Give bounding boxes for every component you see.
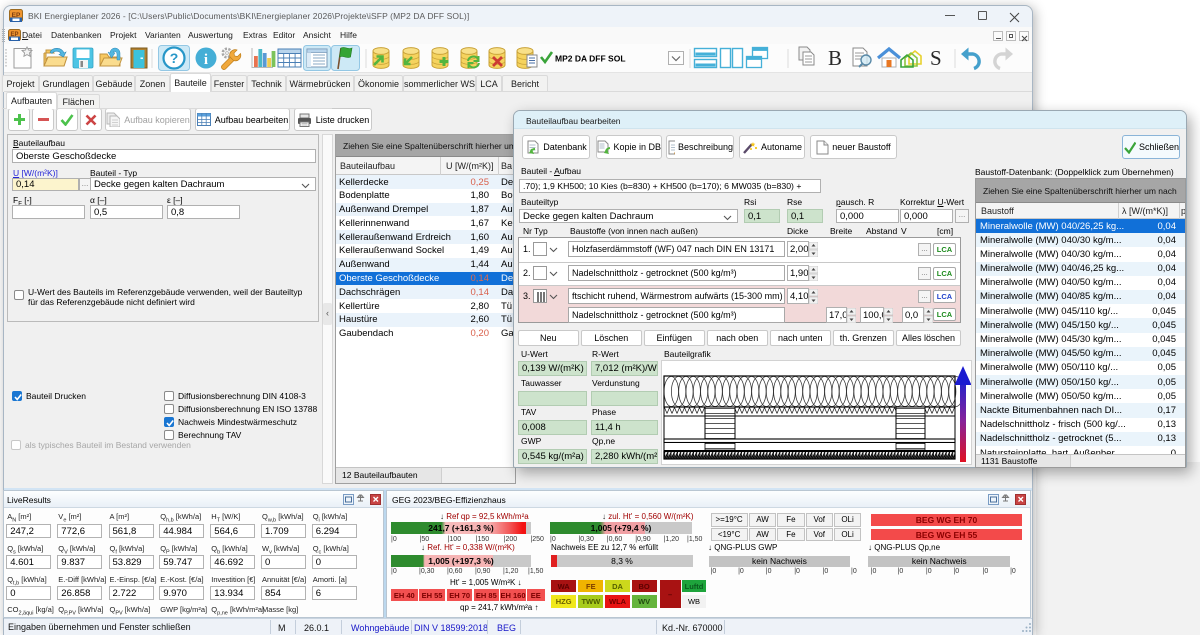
svg-text:EP: EP xyxy=(10,32,18,38)
svg-text:S: S xyxy=(930,46,942,70)
svg-text:MP2 DA DFF SOL: MP2 DA DFF SOL xyxy=(555,54,626,64)
svg-text:?: ? xyxy=(170,50,179,66)
svg-text:i: i xyxy=(204,52,208,68)
svg-text:B: B xyxy=(828,46,842,70)
svg-text:EP: EP xyxy=(12,12,21,19)
